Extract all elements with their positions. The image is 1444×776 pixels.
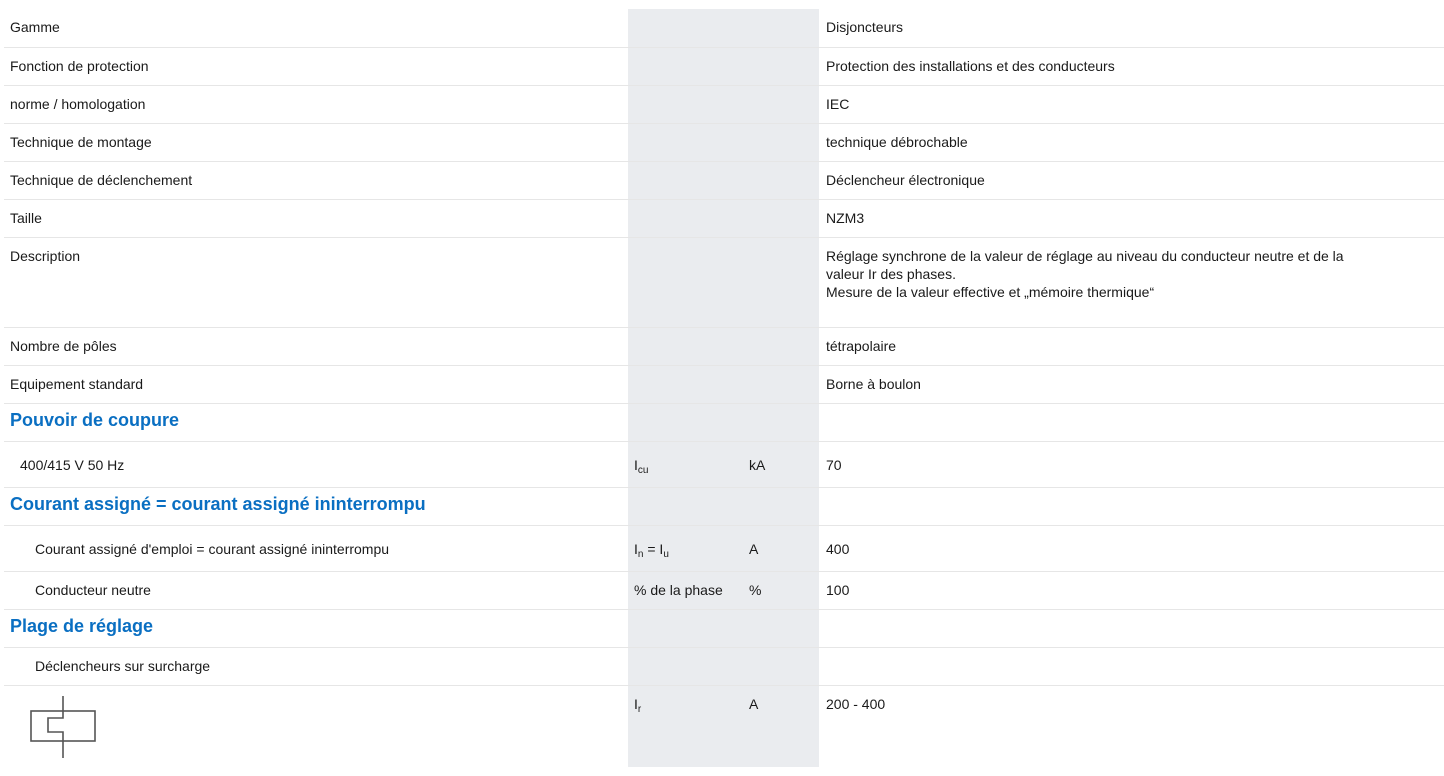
section-heading: Pouvoir de coupure — [4, 402, 628, 441]
row-unit: % — [743, 570, 819, 609]
row-value-multiline: Réglage synchrone de la valeur de réglag… — [819, 236, 1444, 327]
row-value: NZM3 — [819, 198, 1444, 237]
row-value: 70 — [819, 440, 1444, 487]
row-pouvoir-400v: 400/415 V 50 Hz Icu kA 70 — [4, 440, 1444, 487]
section-header-plage: Plage de réglage — [4, 608, 1444, 647]
row-symbol: Ir — [628, 684, 743, 767]
row-value: Protection des installations et des cond… — [819, 46, 1444, 85]
row-value: tétrapolaire — [819, 326, 1444, 365]
row-label: norme / homologation — [4, 84, 628, 123]
row-symbol: In = Iu — [628, 524, 743, 571]
row-value: technique débrochable — [819, 122, 1444, 161]
row-declenchement: Technique de déclenchement Déclencheur é… — [4, 160, 1444, 199]
section-heading: Courant assigné = courant assigné ininte… — [4, 486, 628, 525]
row-value: Borne à boulon — [819, 364, 1444, 403]
row-equipement: Equipement standard Borne à boulon — [4, 364, 1444, 403]
row-label: Nombre de pôles — [4, 326, 628, 365]
row-ir: Ir A 200 - 400 — [4, 684, 1444, 767]
description-line: Mesure de la valeur effective et „mémoir… — [826, 283, 1155, 300]
description-line: valeur Ir des phases. — [826, 265, 956, 282]
row-unit: A — [743, 684, 819, 767]
row-label: Equipement standard — [4, 364, 628, 403]
row-unit: A — [743, 524, 819, 571]
row-description: Description Réglage synchrone de la vale… — [4, 236, 1444, 327]
row-courant-emploi: Courant assigné d'emploi = courant assig… — [4, 524, 1444, 571]
row-label: Déclencheurs sur surcharge — [4, 646, 628, 685]
section-header-courant: Courant assigné = courant assigné ininte… — [4, 486, 1444, 525]
row-montage: Technique de montage technique débrochab… — [4, 122, 1444, 161]
row-symbol: % de la phase — [628, 570, 743, 609]
row-label: Technique de déclenchement — [4, 160, 628, 199]
row-label: Conducteur neutre — [4, 570, 628, 609]
row-symbol: Icu — [628, 440, 743, 487]
row-value: 200 - 400 — [819, 684, 1444, 767]
row-value: Disjoncteurs — [826, 19, 904, 35]
row-value: IEC — [819, 84, 1444, 123]
row-label: Gamme — [10, 19, 60, 35]
row-fonction: Fonction de protection Protection des in… — [4, 46, 1444, 85]
row-label: Technique de montage — [4, 122, 628, 161]
row-label: 400/415 V 50 Hz — [4, 440, 628, 487]
row-declencheurs-surcharge: Déclencheurs sur surcharge — [4, 646, 1444, 685]
row-label: Courant assigné d'emploi = courant assig… — [4, 524, 628, 571]
section-heading: Plage de réglage — [4, 608, 628, 647]
row-conducteur-neutre: Conducteur neutre % de la phase % 100 — [4, 570, 1444, 609]
section-header-pouvoir: Pouvoir de coupure — [4, 402, 1444, 441]
spec-table: Gamme Disjoncteurs Fonction de protectio… — [4, 9, 1444, 767]
row-norme: norme / homologation IEC — [4, 84, 1444, 123]
row-poles: Nombre de pôles tétrapolaire — [4, 326, 1444, 365]
thermal-overload-release-icon — [30, 695, 96, 762]
row-taille: Taille NZM3 — [4, 198, 1444, 237]
row-value: 400 — [819, 524, 1444, 571]
row-label: Description — [4, 236, 628, 327]
row-label: Taille — [4, 198, 628, 237]
row-label: Fonction de protection — [4, 46, 628, 85]
row-value: 100 — [819, 570, 1444, 609]
row-unit: kA — [743, 440, 819, 487]
row-value: Déclencheur électronique — [819, 160, 1444, 199]
row-gamme: Gamme Disjoncteurs — [4, 9, 1444, 47]
description-line: Réglage synchrone de la valeur de réglag… — [826, 247, 1344, 264]
